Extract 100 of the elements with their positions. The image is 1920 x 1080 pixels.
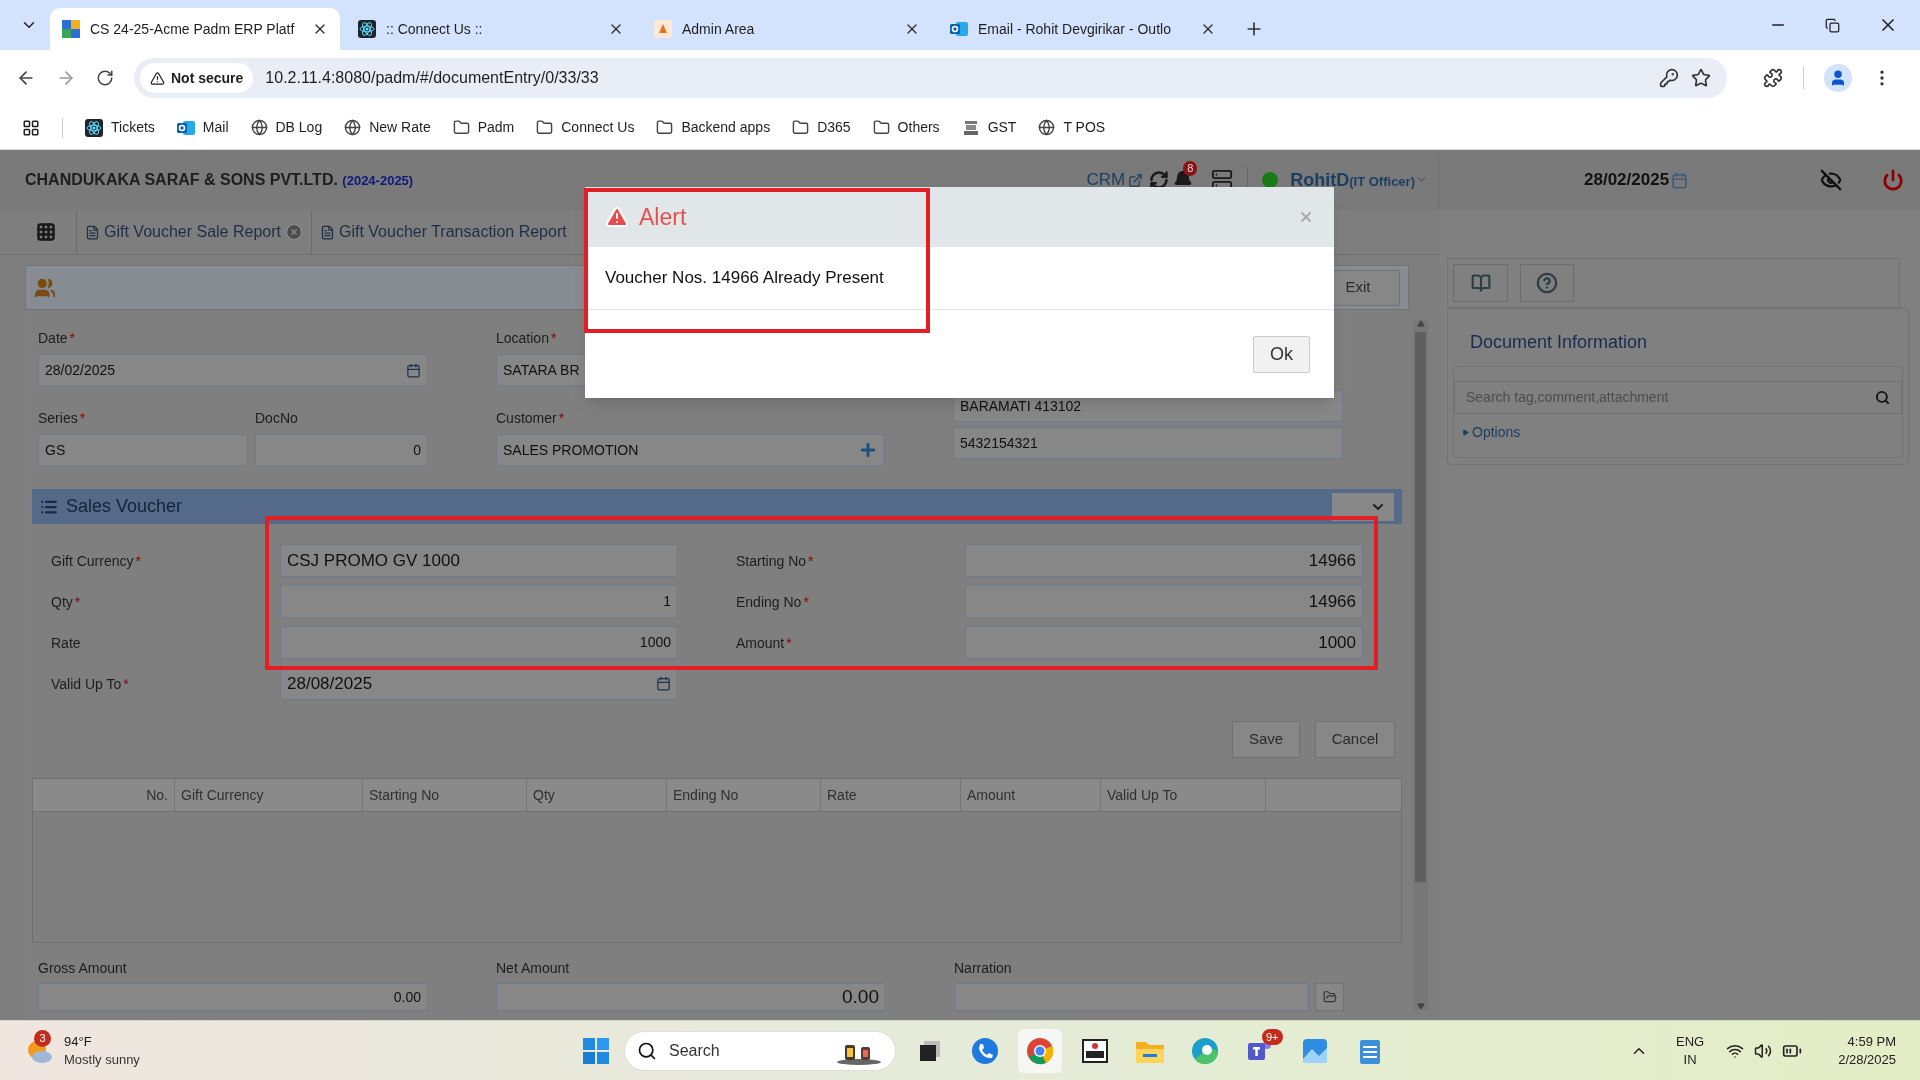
bookmark-star-icon[interactable]	[1691, 68, 1711, 88]
input-field[interactable]: 0.00	[496, 983, 886, 1011]
column-header[interactable]: Rate	[821, 779, 961, 811]
column-header[interactable]: Ending No	[667, 779, 821, 811]
notification-badge: 9+	[1262, 1028, 1283, 1045]
search-box[interactable]: Search	[624, 1030, 896, 1071]
globe-icon	[250, 119, 268, 136]
notification-badge: 8	[1183, 161, 1198, 176]
document-tab[interactable]: Gift Voucher Transaction Report	[311, 209, 575, 255]
warning-icon	[150, 70, 165, 86]
refresh-icon[interactable]	[1149, 170, 1170, 190]
extensions-icon[interactable]	[1763, 68, 1783, 88]
language-indicator[interactable]: ENG IN	[1676, 1032, 1705, 1069]
input-field[interactable]: 1	[280, 585, 678, 618]
input-field[interactable]: 0.00	[38, 983, 428, 1011]
bookmark-item[interactable]: Mail	[176, 117, 229, 138]
cancel-button[interactable]: Cancel	[1315, 721, 1395, 758]
calendar-icon[interactable]	[656, 676, 671, 691]
help-button[interactable]	[1520, 264, 1574, 302]
tab-title: :: Connect Us ::	[386, 19, 484, 39]
bookmark-item[interactable]: D365	[792, 117, 851, 138]
column-header[interactable]: Gift Currency	[175, 779, 363, 811]
help-icon	[1536, 272, 1558, 294]
input-field[interactable]: 14966	[965, 544, 1363, 577]
browser-tab[interactable]: :: Connect Us ::	[346, 8, 636, 50]
address-field[interactable]: 5432154321	[953, 427, 1343, 459]
folder-icon	[536, 119, 554, 136]
address-bar[interactable]: Not secure 10.2.11.4:8080/padm/#/documentEntry/0/33/33	[134, 58, 1727, 98]
url-text: 10.2.11.4:8080/padm/#/documentEntry/0/33/33	[265, 68, 599, 88]
calendar-icon[interactable]	[406, 362, 421, 378]
bookmark-item[interactable]: New Rate	[344, 117, 431, 138]
bookmark-item[interactable]: Others	[872, 117, 940, 138]
input-field[interactable]: 1000	[280, 626, 678, 659]
profile-icon[interactable]	[1824, 64, 1852, 92]
key-icon[interactable]	[1659, 68, 1679, 88]
folder-icon	[656, 119, 674, 136]
input-field[interactable]: SALES PROMOTION	[496, 434, 885, 466]
ok-button[interactable]: Ok	[1253, 335, 1310, 373]
column-header[interactable]: Amount	[961, 779, 1101, 811]
search-icon	[1875, 390, 1890, 405]
input-field[interactable]: 1000	[965, 626, 1363, 659]
field-label: Customer*	[496, 409, 566, 428]
bookmark-item[interactable]: GST	[961, 117, 1017, 138]
restore-icon[interactable]	[1825, 17, 1840, 33]
folder-icon	[792, 119, 810, 136]
column-header[interactable]: Valid Up To	[1101, 779, 1266, 811]
book-icon	[1470, 273, 1491, 293]
warning-icon	[605, 205, 629, 229]
globe-icon	[344, 119, 362, 136]
tab-title: Email - Rohit Devgirikar - Outlo	[978, 19, 1172, 39]
bookmark-item[interactable]: Backend apps	[656, 117, 771, 138]
security-chip[interactable]: Not secure	[140, 63, 254, 93]
input-field[interactable]: 14966	[965, 585, 1363, 618]
column-header[interactable]: No.	[33, 779, 175, 811]
clock[interactable]: 4:59 PM 2/28/2025	[1838, 1032, 1896, 1069]
input-field[interactable]	[954, 983, 1309, 1011]
field-label: Starting No*	[736, 552, 814, 569]
bookmark-item[interactable]: T POS	[1038, 117, 1106, 138]
dialog-message: Voucher Nos. 14966 Already Present	[605, 267, 884, 290]
document-icon	[85, 224, 100, 240]
column-header[interactable]: Starting No	[363, 779, 527, 811]
field-label: Valid Up To*	[51, 675, 129, 692]
options-toggle[interactable]: Options	[1462, 422, 1902, 443]
grid-menu-icon[interactable]	[36, 222, 56, 242]
field-label: Amount*	[736, 634, 792, 651]
input-field[interactable]: 28/02/2025	[38, 354, 428, 386]
panel-title: Document Information	[1470, 331, 1649, 354]
hide-icon[interactable]	[1820, 169, 1842, 191]
document-icon	[320, 224, 335, 240]
volume-icon[interactable]	[1754, 1041, 1773, 1060]
browser-tab[interactable]: Admin Area	[642, 8, 932, 50]
attach-button[interactable]	[1315, 983, 1344, 1011]
mail-app-icon	[176, 118, 195, 137]
windows-logo-icon	[582, 1036, 610, 1065]
atom-icon	[85, 118, 103, 137]
globe-icon	[1038, 119, 1056, 136]
book-button[interactable]	[1453, 264, 1508, 302]
folder-icon	[452, 119, 470, 136]
bookmark-item[interactable]: Padm	[452, 117, 515, 138]
save-button[interactable]: Save	[1232, 721, 1300, 758]
document-tab[interactable]: Gift Voucher Sale Report	[76, 209, 311, 255]
weather-widget[interactable]: 3 94°F Mostly sunny	[24, 1032, 324, 1069]
input-field[interactable]: CSJ PROMO GV 1000	[280, 544, 678, 577]
bookmark-item[interactable]: DB Log	[250, 117, 323, 138]
input-field[interactable]: GS	[38, 434, 248, 466]
browser-tab[interactable]: CS 24-25-Acme Padm ERP Platf	[50, 8, 340, 50]
field-label: Qty*	[51, 593, 81, 610]
bookmark-item[interactable]: Connect Us	[536, 117, 635, 138]
field-label: Net Amount	[496, 959, 571, 978]
browser-icon[interactable]	[1018, 1028, 1062, 1073]
mail-app-icon	[950, 20, 968, 38]
input-field[interactable]: 0	[255, 434, 428, 466]
apps-icon[interactable]	[22, 118, 40, 137]
reload-icon[interactable]	[96, 69, 114, 87]
browser-tab[interactable]: Email - Rohit Devgirikar - Outlo	[938, 8, 1228, 50]
field-label: Date*	[38, 329, 77, 348]
bookmark-item[interactable]: Tickets	[85, 117, 155, 138]
field-label: Gift Currency*	[51, 552, 141, 569]
column-header[interactable]: Qty	[527, 779, 667, 811]
date-display[interactable]: 28/02/2025	[1584, 167, 1689, 193]
